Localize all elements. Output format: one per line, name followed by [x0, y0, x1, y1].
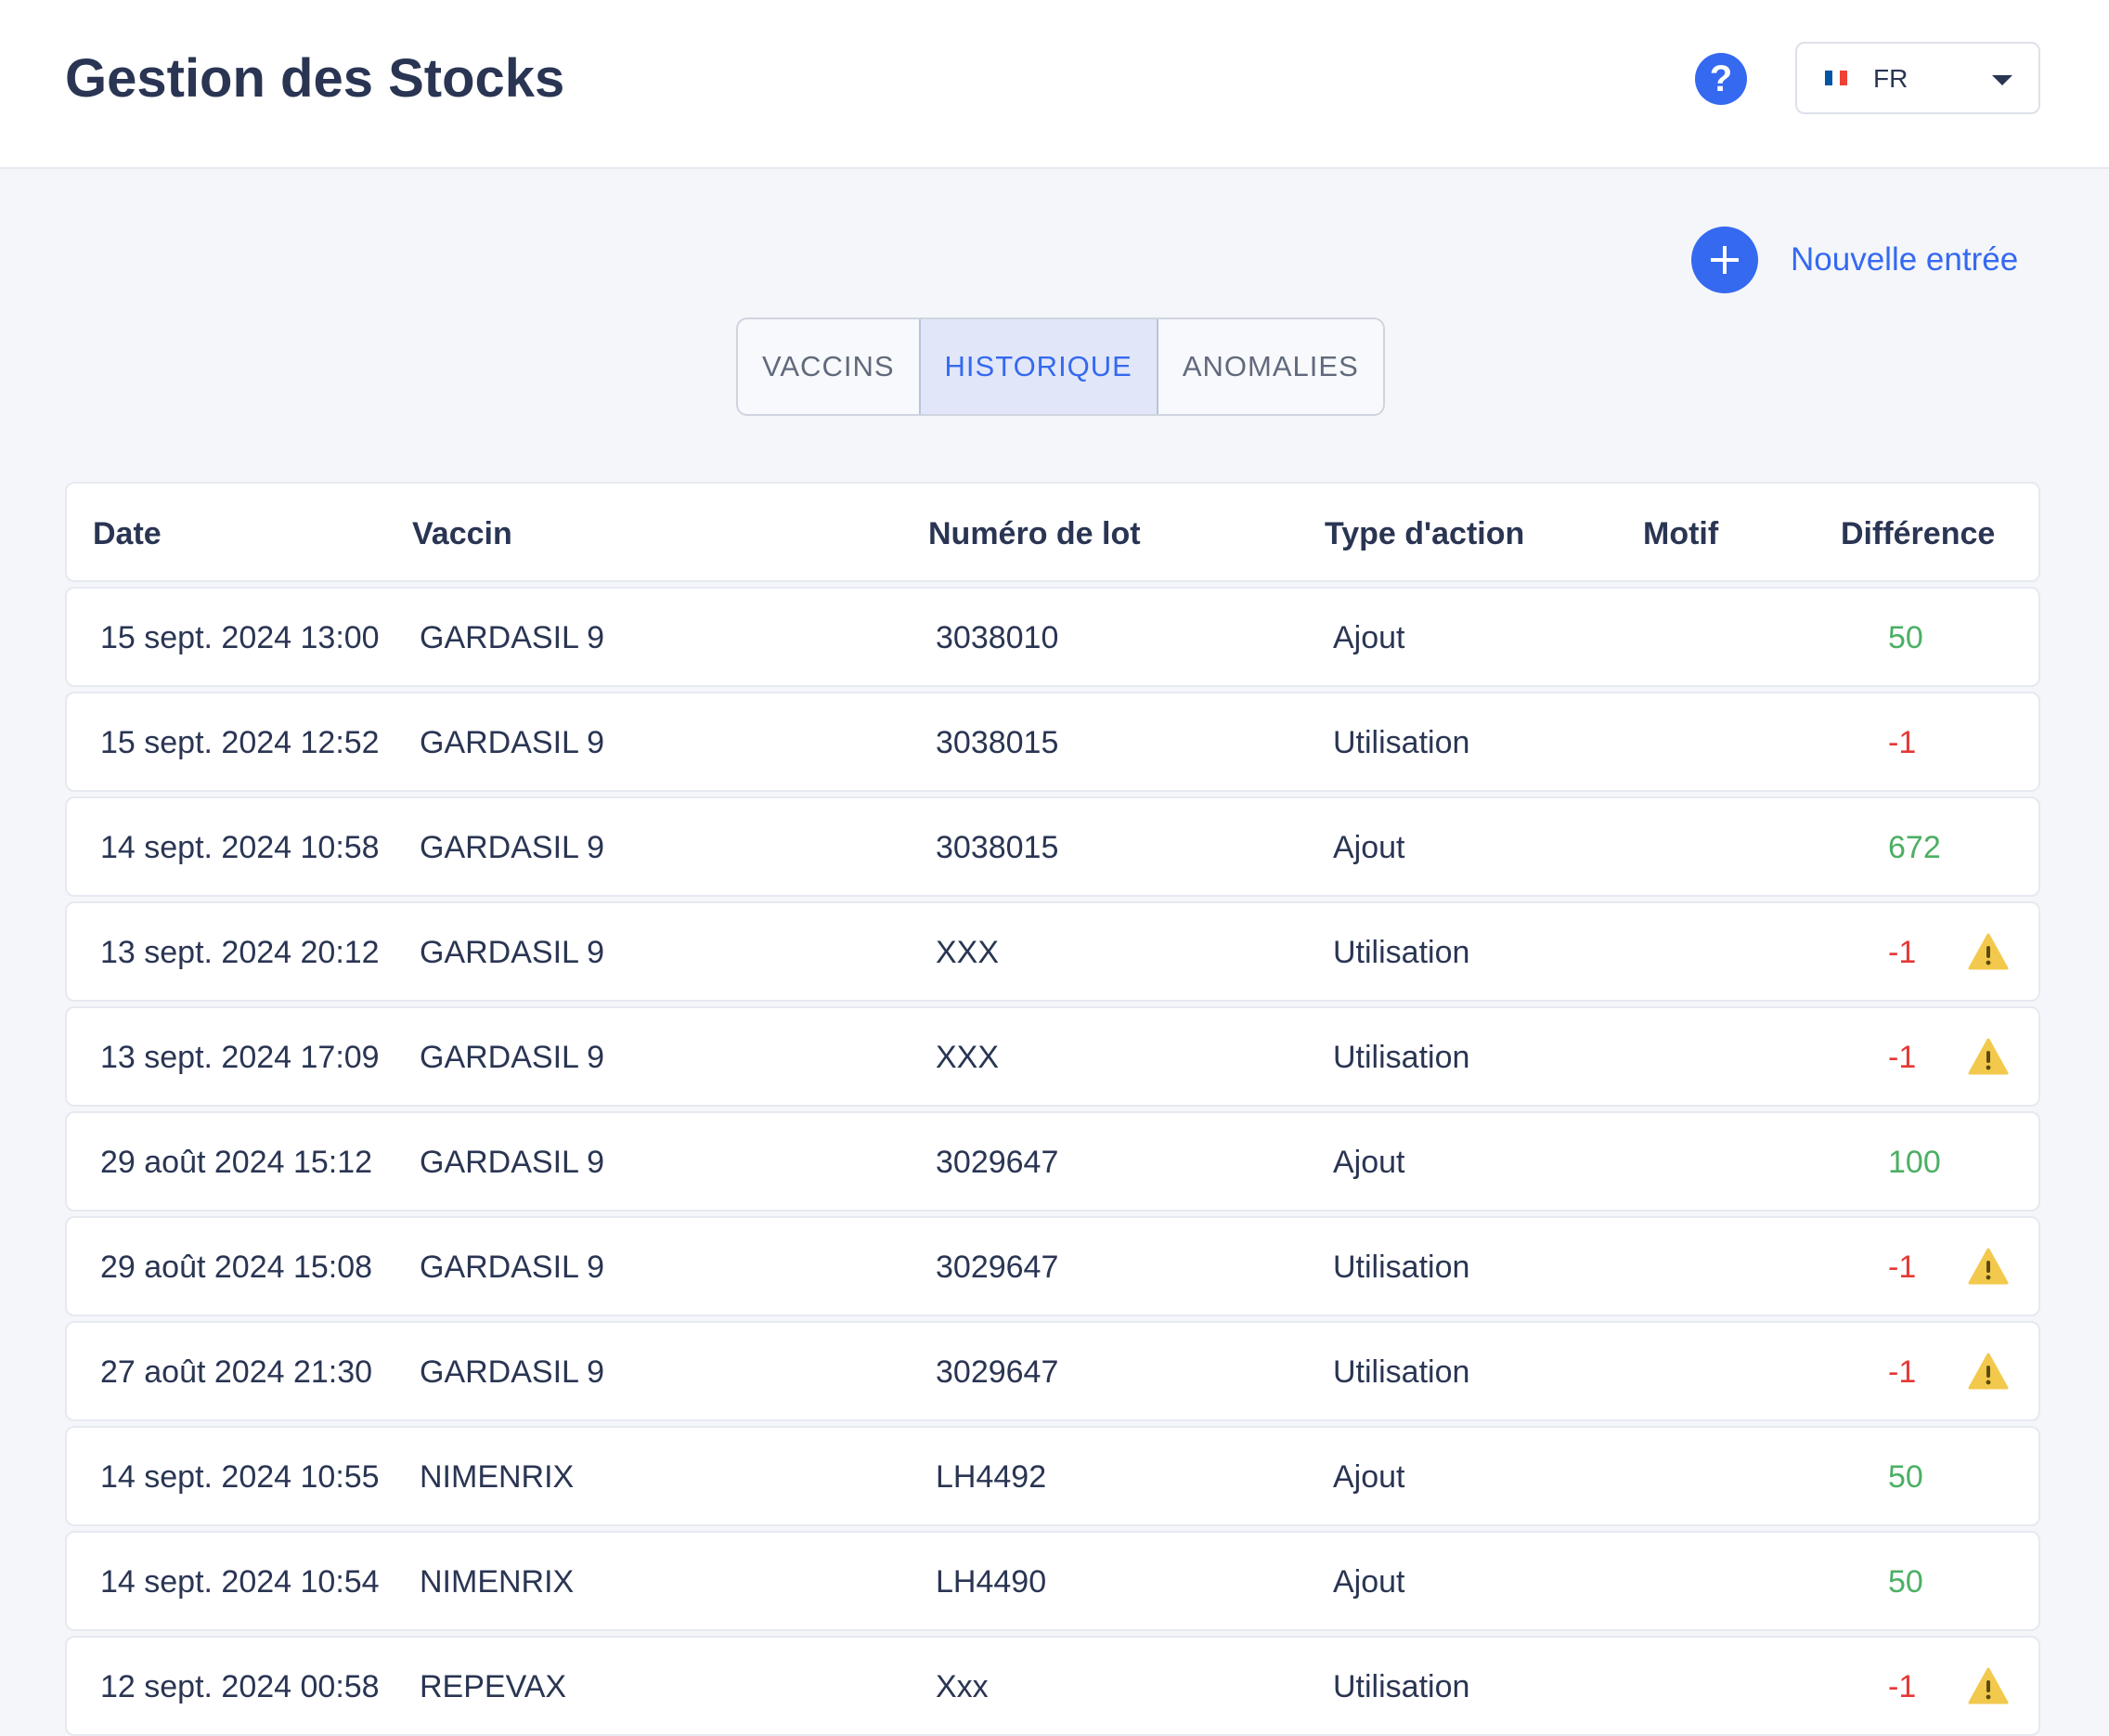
row-vaccin: GARDASIL 9	[420, 1250, 605, 1285]
row-lot-number: 3029647	[936, 1145, 1059, 1180]
warning-icon[interactable]	[1968, 1353, 2009, 1390]
row-vaccin: GARDASIL 9	[420, 725, 605, 760]
row-vaccin: GARDASIL 9	[420, 620, 605, 655]
table-row[interactable]: 13 sept. 2024 20:12 GARDASIL 9 XXX Utilisat…	[65, 901, 2040, 1002]
row-date: 14 sept. 2024 10:58	[100, 830, 380, 865]
flag-stripe-white	[1832, 71, 1840, 85]
row-lot-number: XXX	[936, 935, 1000, 970]
warning-icon[interactable]	[1968, 933, 2009, 970]
row-lot-number: 3038015	[936, 725, 1059, 760]
warning-icon[interactable]	[1968, 1248, 2009, 1285]
row-date: 15 sept. 2024 13:00	[100, 620, 380, 655]
warning-icon[interactable]	[1968, 1667, 2009, 1704]
row-vaccin: REPEVAX	[420, 1669, 567, 1704]
row-vaccin: NIMENRIX	[420, 1564, 575, 1600]
row-lot-number: LH4490	[936, 1564, 1047, 1600]
app-header: Gestion des Stocks ? FR	[0, 0, 2109, 169]
row-lot-number: 3038015	[936, 830, 1059, 865]
row-vaccin: GARDASIL 9	[420, 830, 605, 865]
new-entry-label: Nouvelle entrée	[1791, 241, 2019, 278]
row-date: 29 août 2024 15:12	[100, 1145, 373, 1180]
table-row[interactable]: 14 sept. 2024 10:54 NIMENRIX LH4490 Ajout 50	[65, 1531, 2040, 1631]
column-header-lot[interactable]: Numéro de lot	[928, 515, 1141, 552]
row-vaccin: GARDASIL 9	[420, 935, 605, 970]
row-date: 12 sept. 2024 00:58	[100, 1669, 380, 1704]
row-date: 14 sept. 2024 10:55	[100, 1459, 380, 1495]
table-row[interactable]: 29 août 2024 15:08 GARDASIL 9 3029647 Utili…	[65, 1216, 2040, 1316]
tab-vaccins[interactable]: VACCINS	[738, 319, 919, 414]
row-difference: 50	[1888, 1459, 1923, 1495]
row-action-type: Utilisation	[1333, 1354, 1470, 1390]
row-difference: 100	[1888, 1145, 1941, 1180]
table-row[interactable]: 13 sept. 2024 17:09 GARDASIL 9 XXX Utilisat…	[65, 1006, 2040, 1107]
row-action-type: Utilisation	[1333, 935, 1470, 970]
row-vaccin: GARDASIL 9	[420, 1145, 605, 1180]
row-vaccin: GARDASIL 9	[420, 1040, 605, 1075]
row-vaccin: GARDASIL 9	[420, 1354, 605, 1390]
tab-historique[interactable]: HISTORIQUE	[918, 319, 1158, 414]
row-difference: 50	[1888, 1564, 1923, 1600]
row-action-type: Utilisation	[1333, 1669, 1470, 1704]
new-entry-button[interactable]: Nouvelle entrée	[1691, 227, 2018, 293]
row-action-type: Utilisation	[1333, 725, 1470, 760]
row-lot-number: 3029647	[936, 1354, 1059, 1390]
help-icon[interactable]: ?	[1695, 53, 1747, 105]
row-action-type: Utilisation	[1333, 1250, 1470, 1285]
row-date: 15 sept. 2024 12:52	[100, 725, 380, 760]
row-action-type: Ajout	[1333, 1459, 1405, 1495]
plus-icon	[1691, 227, 1758, 293]
row-lot-number: 3029647	[936, 1250, 1059, 1285]
row-lot-number: LH4492	[936, 1459, 1047, 1495]
language-select[interactable]: FR	[1795, 42, 2040, 114]
table-row[interactable]: 14 sept. 2024 10:55 NIMENRIX LH4492 Ajout 50	[65, 1426, 2040, 1526]
row-date: 14 sept. 2024 10:54	[100, 1564, 380, 1600]
row-action-type: Ajout	[1333, 1564, 1405, 1600]
row-action-type: Ajout	[1333, 1145, 1405, 1180]
table-row[interactable]: 29 août 2024 15:12 GARDASIL 9 3029647 Ajout…	[65, 1111, 2040, 1211]
row-lot-number: XXX	[936, 1040, 1000, 1075]
row-date: 13 sept. 2024 20:12	[100, 935, 380, 970]
row-vaccin: NIMENRIX	[420, 1459, 575, 1495]
table-row[interactable]: 15 sept. 2024 12:52 GARDASIL 9 3038015 Util…	[65, 692, 2040, 792]
column-header-date[interactable]: Date	[93, 515, 162, 552]
row-difference: -1	[1888, 1354, 1917, 1390]
table-row[interactable]: 15 sept. 2024 13:00 GARDASIL 9 3038010 Ajou…	[65, 587, 2040, 687]
tab-anomalies[interactable]: ANOMALIES	[1158, 319, 1383, 414]
row-lot-number: 3038010	[936, 620, 1059, 655]
tab-bar: VACCINS HISTORIQUE ANOMALIES	[736, 317, 1385, 416]
row-lot-number: Xxx	[936, 1669, 989, 1704]
row-difference: -1	[1888, 1669, 1917, 1704]
row-date: 13 sept. 2024 17:09	[100, 1040, 380, 1075]
row-action-type: Utilisation	[1333, 1040, 1470, 1075]
column-header-difference[interactable]: Différence	[1841, 515, 1995, 552]
language-label: FR	[1873, 64, 1908, 93]
flag-stripe-red	[1840, 71, 1847, 85]
row-difference: 50	[1888, 620, 1923, 655]
warning-icon[interactable]	[1968, 1038, 2009, 1075]
table-header: Date Vaccin Numéro de lot Type d'action …	[65, 482, 2040, 582]
row-difference: -1	[1888, 935, 1917, 970]
column-header-vaccin[interactable]: Vaccin	[412, 515, 512, 552]
row-action-type: Ajout	[1333, 830, 1405, 865]
column-header-type[interactable]: Type d'action	[1325, 515, 1524, 552]
row-difference: -1	[1888, 1250, 1917, 1285]
column-header-motif[interactable]: Motif	[1643, 515, 1718, 552]
row-difference: 672	[1888, 830, 1941, 865]
flag-stripe-blue	[1825, 71, 1832, 85]
row-date: 27 août 2024 21:30	[100, 1354, 373, 1390]
row-action-type: Ajout	[1333, 620, 1405, 655]
french-flag-icon	[1825, 71, 1847, 85]
page-title: Gestion des Stocks	[65, 48, 565, 109]
chevron-down-icon	[1992, 75, 2012, 85]
table-row[interactable]: 27 août 2024 21:30 GARDASIL 9 3029647 Utili…	[65, 1321, 2040, 1421]
table-row[interactable]: 14 sept. 2024 10:58 GARDASIL 9 3038015 Ajou…	[65, 797, 2040, 897]
table-row[interactable]: 12 sept. 2024 00:58 REPEVAX Xxx Utilisation…	[65, 1636, 2040, 1736]
row-difference: -1	[1888, 1040, 1917, 1075]
row-difference: -1	[1888, 725, 1917, 760]
row-date: 29 août 2024 15:08	[100, 1250, 373, 1285]
